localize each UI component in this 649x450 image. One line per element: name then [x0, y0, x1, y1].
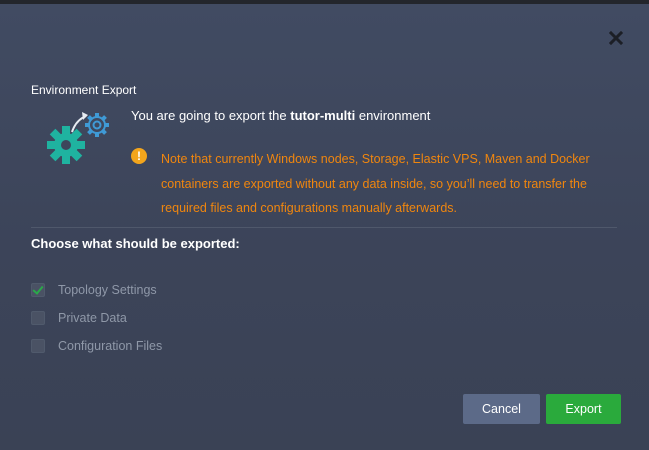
configuration-files-label: Configuration Files — [58, 339, 163, 353]
close-icon — [609, 31, 623, 45]
topology-settings-label: Topology Settings — [58, 283, 157, 297]
environment-name: tutor-multi — [290, 108, 356, 123]
headline-suffix: environment — [355, 108, 431, 123]
export-button[interactable]: Export — [546, 394, 621, 424]
export-headline: You are going to export the tutor-multi … — [131, 108, 430, 123]
option-private-data[interactable]: Private Data — [31, 310, 127, 326]
topology-settings-checkbox[interactable] — [31, 283, 45, 297]
private-data-checkbox[interactable] — [31, 311, 45, 325]
checkmark-icon — [32, 283, 44, 295]
export-options-heading: Choose what should be exported: — [31, 236, 240, 251]
configuration-files-checkbox[interactable] — [31, 339, 45, 353]
private-data-label: Private Data — [58, 311, 127, 325]
warning-icon: ! — [131, 148, 147, 164]
divider — [31, 227, 617, 228]
dialog-title: Environment Export — [31, 83, 137, 97]
option-configuration-files[interactable]: Configuration Files — [31, 338, 162, 354]
warning-message: Note that currently Windows nodes, Stora… — [161, 152, 590, 215]
close-button[interactable] — [606, 28, 626, 48]
headline-prefix: You are going to export the — [131, 108, 291, 123]
cancel-button[interactable]: Cancel — [463, 394, 540, 424]
option-topology-settings[interactable]: Topology Settings — [31, 282, 157, 298]
gears-export-icon — [47, 112, 109, 164]
export-gears-illustration — [46, 110, 114, 166]
